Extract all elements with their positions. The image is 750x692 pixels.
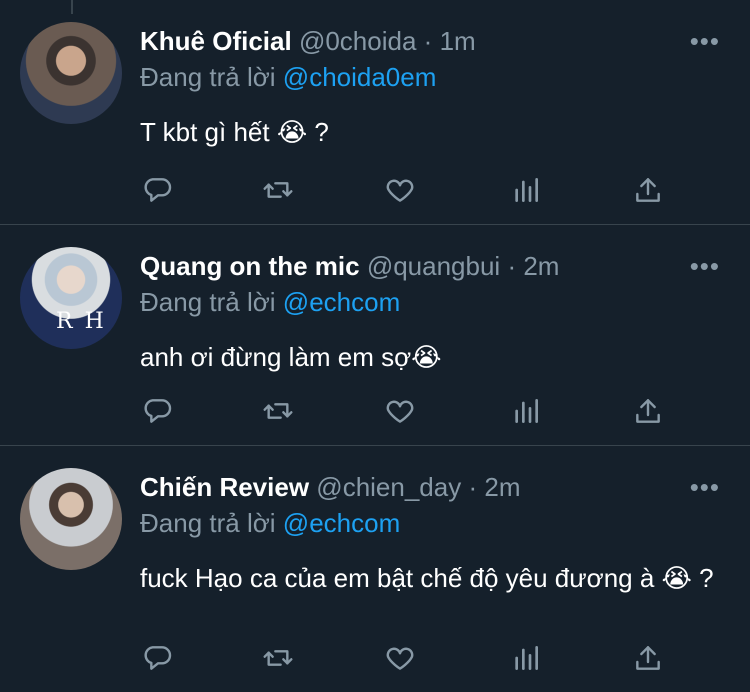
tweet[interactable]: Chiến Review @chien_day · 2m ••• Đang tr… [0,446,750,692]
separator-dot: · [468,472,478,502]
tweet-header: Chiến Review @chien_day · 2m [140,470,521,504]
tweet[interactable]: Khuê Oficial @0choida · 1m ••• Đang trả … [0,0,750,225]
tweet-actions [140,395,670,431]
mention-link[interactable]: @choida0em [283,62,437,92]
user-handle[interactable]: @0choida [299,26,416,56]
display-name[interactable]: Chiến Review [140,472,309,502]
display-name[interactable]: Quang on the mic [140,251,360,281]
timestamp[interactable]: 1m [440,26,476,56]
analytics-icon[interactable] [510,395,546,431]
tweet-header: Quang on the mic @quangbui · 2m [140,249,559,283]
avatar[interactable] [20,22,122,124]
tweet-actions [140,642,670,678]
more-options-icon[interactable]: ••• [690,249,720,283]
replying-to: Đang trả lời @echcom [140,285,400,319]
retweet-icon[interactable] [262,395,298,431]
replying-to-label: Đang trả lời [140,62,276,92]
reply-icon[interactable] [142,642,178,678]
tweet-text: anh ơi đừng làm em sợ😭 [140,342,442,372]
separator-dot: · [507,251,517,281]
reply-icon[interactable] [142,174,178,210]
replying-to: Đang trả lời @choida0em [140,60,436,94]
mention-link[interactable]: @echcom [283,287,400,317]
tweet-actions [140,174,670,210]
avatar[interactable]: RH [20,247,122,349]
reply-icon[interactable] [142,395,178,431]
retweet-icon[interactable] [262,174,298,210]
display-name[interactable]: Khuê Oficial [140,26,292,56]
analytics-icon[interactable] [510,642,546,678]
like-icon[interactable] [384,174,420,210]
avatar[interactable] [20,468,122,570]
share-icon[interactable] [632,174,668,210]
tweet[interactable]: RH Quang on the mic @quangbui · 2m ••• Đ… [0,225,750,446]
more-options-icon[interactable]: ••• [690,24,720,58]
tweet-text: T kbt gì hết 😭 ? [140,117,329,147]
like-icon[interactable] [384,395,420,431]
share-icon[interactable] [632,395,668,431]
analytics-icon[interactable] [510,174,546,210]
mention-link[interactable]: @echcom [283,508,400,538]
share-icon[interactable] [632,642,668,678]
tweet-text: fuck Hạo ca của em bật chế độ yêu đương … [140,563,714,593]
replying-to-label: Đang trả lời [140,287,276,317]
timestamp[interactable]: 2m [523,251,559,281]
user-handle[interactable]: @quangbui [367,251,500,281]
timestamp[interactable]: 2m [484,472,520,502]
retweet-icon[interactable] [262,642,298,678]
replying-to: Đang trả lời @echcom [140,506,400,540]
tweet-header: Khuê Oficial @0choida · 1m [140,24,476,58]
separator-dot: · [423,26,433,56]
like-icon[interactable] [384,642,420,678]
more-options-icon[interactable]: ••• [690,470,720,504]
replying-to-label: Đang trả lời [140,508,276,538]
avatar-jacket-letters: RH [56,309,116,334]
user-handle[interactable]: @chien_day [316,472,461,502]
